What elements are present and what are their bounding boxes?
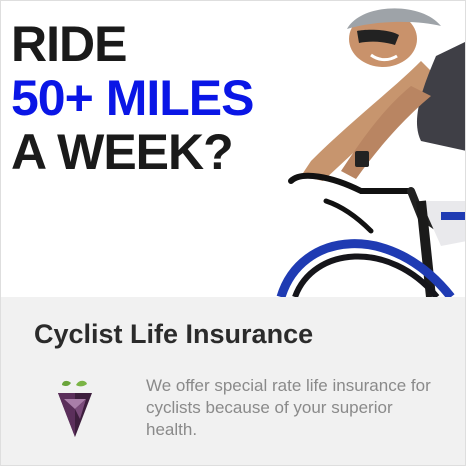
insurance-section[interactable]: Cyclist Life Insurance We offer special … [1, 297, 465, 465]
shield-leaf-logo-icon [58, 380, 92, 437]
hero[interactable]: RIDE 50+ MILES A WEEK? [1, 1, 465, 297]
headline: RIDE 50+ MILES A WEEK? [11, 17, 254, 179]
headline-line-1: RIDE [11, 16, 127, 72]
cyclist-photo [276, 8, 465, 297]
headline-line-3: A WEEK? [11, 124, 234, 180]
headline-line-2: 50+ MILES [11, 70, 254, 126]
section-description: We offer special rate life insurance for… [146, 376, 431, 439]
ad-banner[interactable]: RIDE 50+ MILES A WEEK? Cyclist Life Insu… [0, 0, 466, 466]
section-title: Cyclist Life Insurance [34, 319, 314, 349]
